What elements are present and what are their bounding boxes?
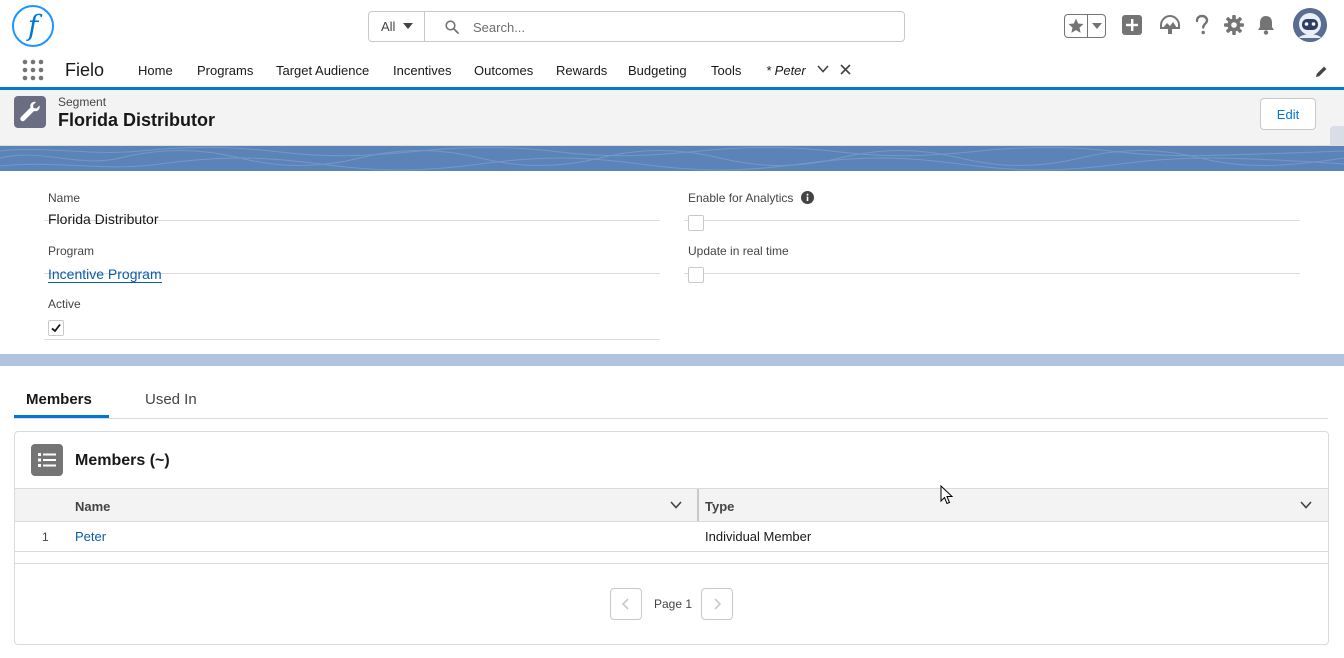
name-field: Name Florida Distributor [44,171,660,227]
chevron-right-icon [714,598,722,610]
members-related-list: Members (~) Name Type 1 Peter Individual… [14,431,1329,645]
member-name-link[interactable]: Peter [75,529,106,544]
segment-record-icon [14,96,46,128]
nav-item-rewards[interactable]: Rewards [556,63,607,78]
app-name: Fielo [65,60,105,80]
related-tabset: Members Used In [14,366,1328,419]
chevron-down-icon[interactable] [1092,23,1102,29]
global-header: f All [0,0,1344,52]
app-launcher-icon[interactable] [22,59,44,81]
column-header-type[interactable]: Type [705,499,734,514]
edit-button[interactable]: Edit [1260,98,1316,130]
table-header-row: Name Type [15,488,1328,522]
enable-analytics-label: Enable for Analytics [688,191,794,205]
app-navigation-bar: Fielo Home Programs Target Audience Ince… [0,52,1344,90]
chevron-down-icon [403,23,413,29]
logo-letter: f [27,9,39,42]
tab-used-in[interactable]: Used In [145,391,197,408]
previous-page-button[interactable] [610,588,642,620]
related-lists-section: Members Used In Members (~) Name Type 1 … [0,366,1344,658]
search-icon [445,20,459,34]
nav-item-target-audience[interactable]: Target Audience [276,63,369,78]
object-type-label: Segment [58,95,107,109]
star-icon [1068,18,1084,33]
info-icon[interactable] [801,191,814,204]
chevron-down-icon[interactable] [670,501,682,509]
nav-item-programs[interactable]: Programs [197,63,253,78]
active-field-label: Active [48,297,81,311]
update-realtime-field: Update in real time [684,224,1300,283]
setup-gear-icon[interactable] [1223,14,1245,36]
update-realtime-checkbox [688,267,704,283]
topographic-pattern [0,146,1344,171]
enable-analytics-field: Enable for Analytics [684,171,1300,231]
active-checkbox [48,320,64,336]
active-tab-indicator [14,415,109,418]
record-title: Florida Distributor [58,110,215,130]
trailhead-icon[interactable] [1159,14,1181,36]
nav-item-budgeting[interactable]: Budgeting [628,63,687,78]
close-icon[interactable] [840,64,851,75]
wrench-icon [20,101,40,122]
nav-item-peter-tab[interactable]: * Peter [766,63,806,78]
column-resize-handle[interactable] [697,489,699,521]
mouse-cursor-icon [940,485,954,505]
notifications-bell-icon[interactable] [1255,14,1277,36]
decorative-pattern-band [0,146,1344,171]
avatar-astro-icon [1293,8,1327,42]
record-highlights-panel: Segment Florida Distributor Edit [0,90,1344,146]
search-input[interactable] [473,18,893,36]
pagination: Page 1 [15,563,1328,644]
nav-item-outcomes[interactable]: Outcomes [474,63,533,78]
search-scope-label: All [381,19,396,34]
search-scope-dropdown[interactable]: All [369,12,425,41]
tab-members[interactable]: Members [26,391,92,408]
update-realtime-label: Update in real time [688,244,789,258]
checkmark-icon [51,323,61,333]
list-icon [31,444,63,476]
global-search: All [368,11,905,42]
member-type-cell: Individual Member [705,529,812,544]
global-create-icon[interactable] [1121,14,1143,36]
user-avatar[interactable] [1293,8,1327,42]
chevron-down-icon[interactable] [1300,501,1312,509]
list-title: Members (~) [75,452,170,469]
list-bullets-icon [38,453,56,467]
chevron-down-icon[interactable] [817,65,829,73]
favorites-button[interactable] [1064,14,1106,38]
table-row: 1 Peter Individual Member [15,522,1328,552]
chevron-left-icon [621,598,629,610]
help-icon[interactable] [1192,14,1212,36]
row-number: 1 [42,530,49,544]
name-field-label: Name [48,191,81,205]
column-header-name[interactable]: Name [75,499,110,514]
next-page-button[interactable] [701,588,733,620]
nav-item-incentives[interactable]: Incentives [393,63,452,78]
program-field-label: Program [48,244,95,258]
section-divider [0,354,1344,366]
nav-item-tools[interactable]: Tools [711,63,741,78]
edit-pencil-icon[interactable] [1315,65,1328,78]
program-field: Program Incentive Program [44,224,660,283]
favorites-divider [1087,15,1088,37]
page-indicator: Page 1 [654,597,693,611]
record-details-section: Name Florida Distributor Program Incenti… [0,171,1344,354]
fielo-logo[interactable]: f [12,5,54,47]
active-field: Active [44,277,660,340]
nav-item-home[interactable]: Home [138,63,173,78]
